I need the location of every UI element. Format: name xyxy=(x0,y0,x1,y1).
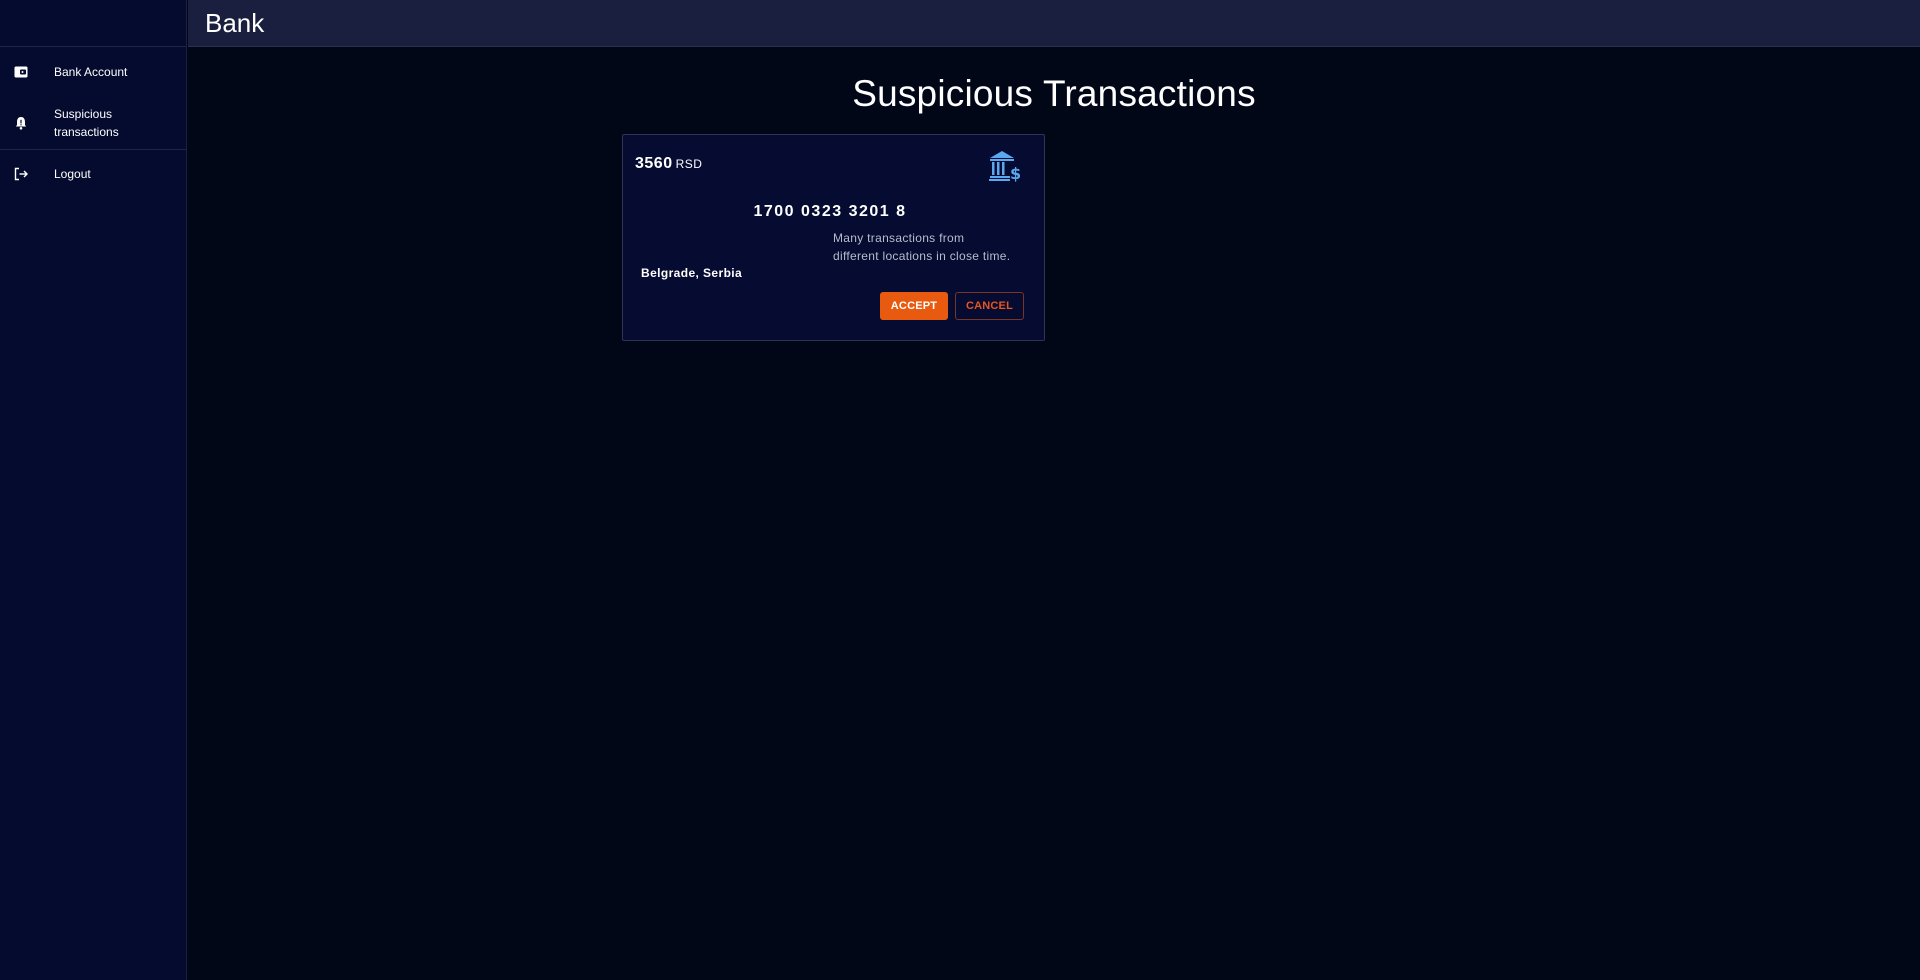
sidebar-item-logout[interactable]: Logout xyxy=(0,150,186,198)
sidebar-item-label: Logout xyxy=(54,167,91,181)
cancel-button[interactable]: CANCEL xyxy=(955,292,1024,320)
main-content: Suspicious Transactions 3560 RSD $ 1700 … xyxy=(188,47,1920,980)
account-number: 1700 0323 3201 8 xyxy=(753,203,907,220)
sidebar: Bank Account Suspicious transactions Log… xyxy=(0,0,187,980)
bell-alert-icon xyxy=(13,115,29,131)
svg-text:$: $ xyxy=(1010,164,1021,183)
sidebar-header xyxy=(0,0,186,47)
suspicion-reason: Many transactions from different locatio… xyxy=(833,231,1011,263)
sidebar-item-label: Suspicious transactions xyxy=(54,106,119,139)
wallet-icon xyxy=(13,64,29,80)
transaction-location: Belgrade, Serbia xyxy=(641,266,743,280)
transaction-amount: 3560 RSD xyxy=(635,155,702,173)
sidebar-item-label: Bank Account xyxy=(54,64,128,79)
app-title: Bank xyxy=(205,7,265,38)
logout-icon xyxy=(13,166,29,182)
amount-currency: RSD xyxy=(675,157,703,171)
sidebar-item-bank-account[interactable]: Bank Account xyxy=(0,47,186,96)
top-bar: Bank xyxy=(188,0,1920,47)
sidebar-item-suspicious-transactions[interactable]: Suspicious transactions xyxy=(0,96,186,149)
accept-button[interactable]: ACCEPT xyxy=(880,292,948,320)
amount-value: 3560 xyxy=(635,155,673,172)
bank-dollar-icon: $ xyxy=(988,149,1024,183)
transaction-card: 3560 RSD $ 1700 0323 3201 8 Belgrade, Se… xyxy=(622,134,1045,341)
page-title: Suspicious Transactions xyxy=(852,73,1256,114)
